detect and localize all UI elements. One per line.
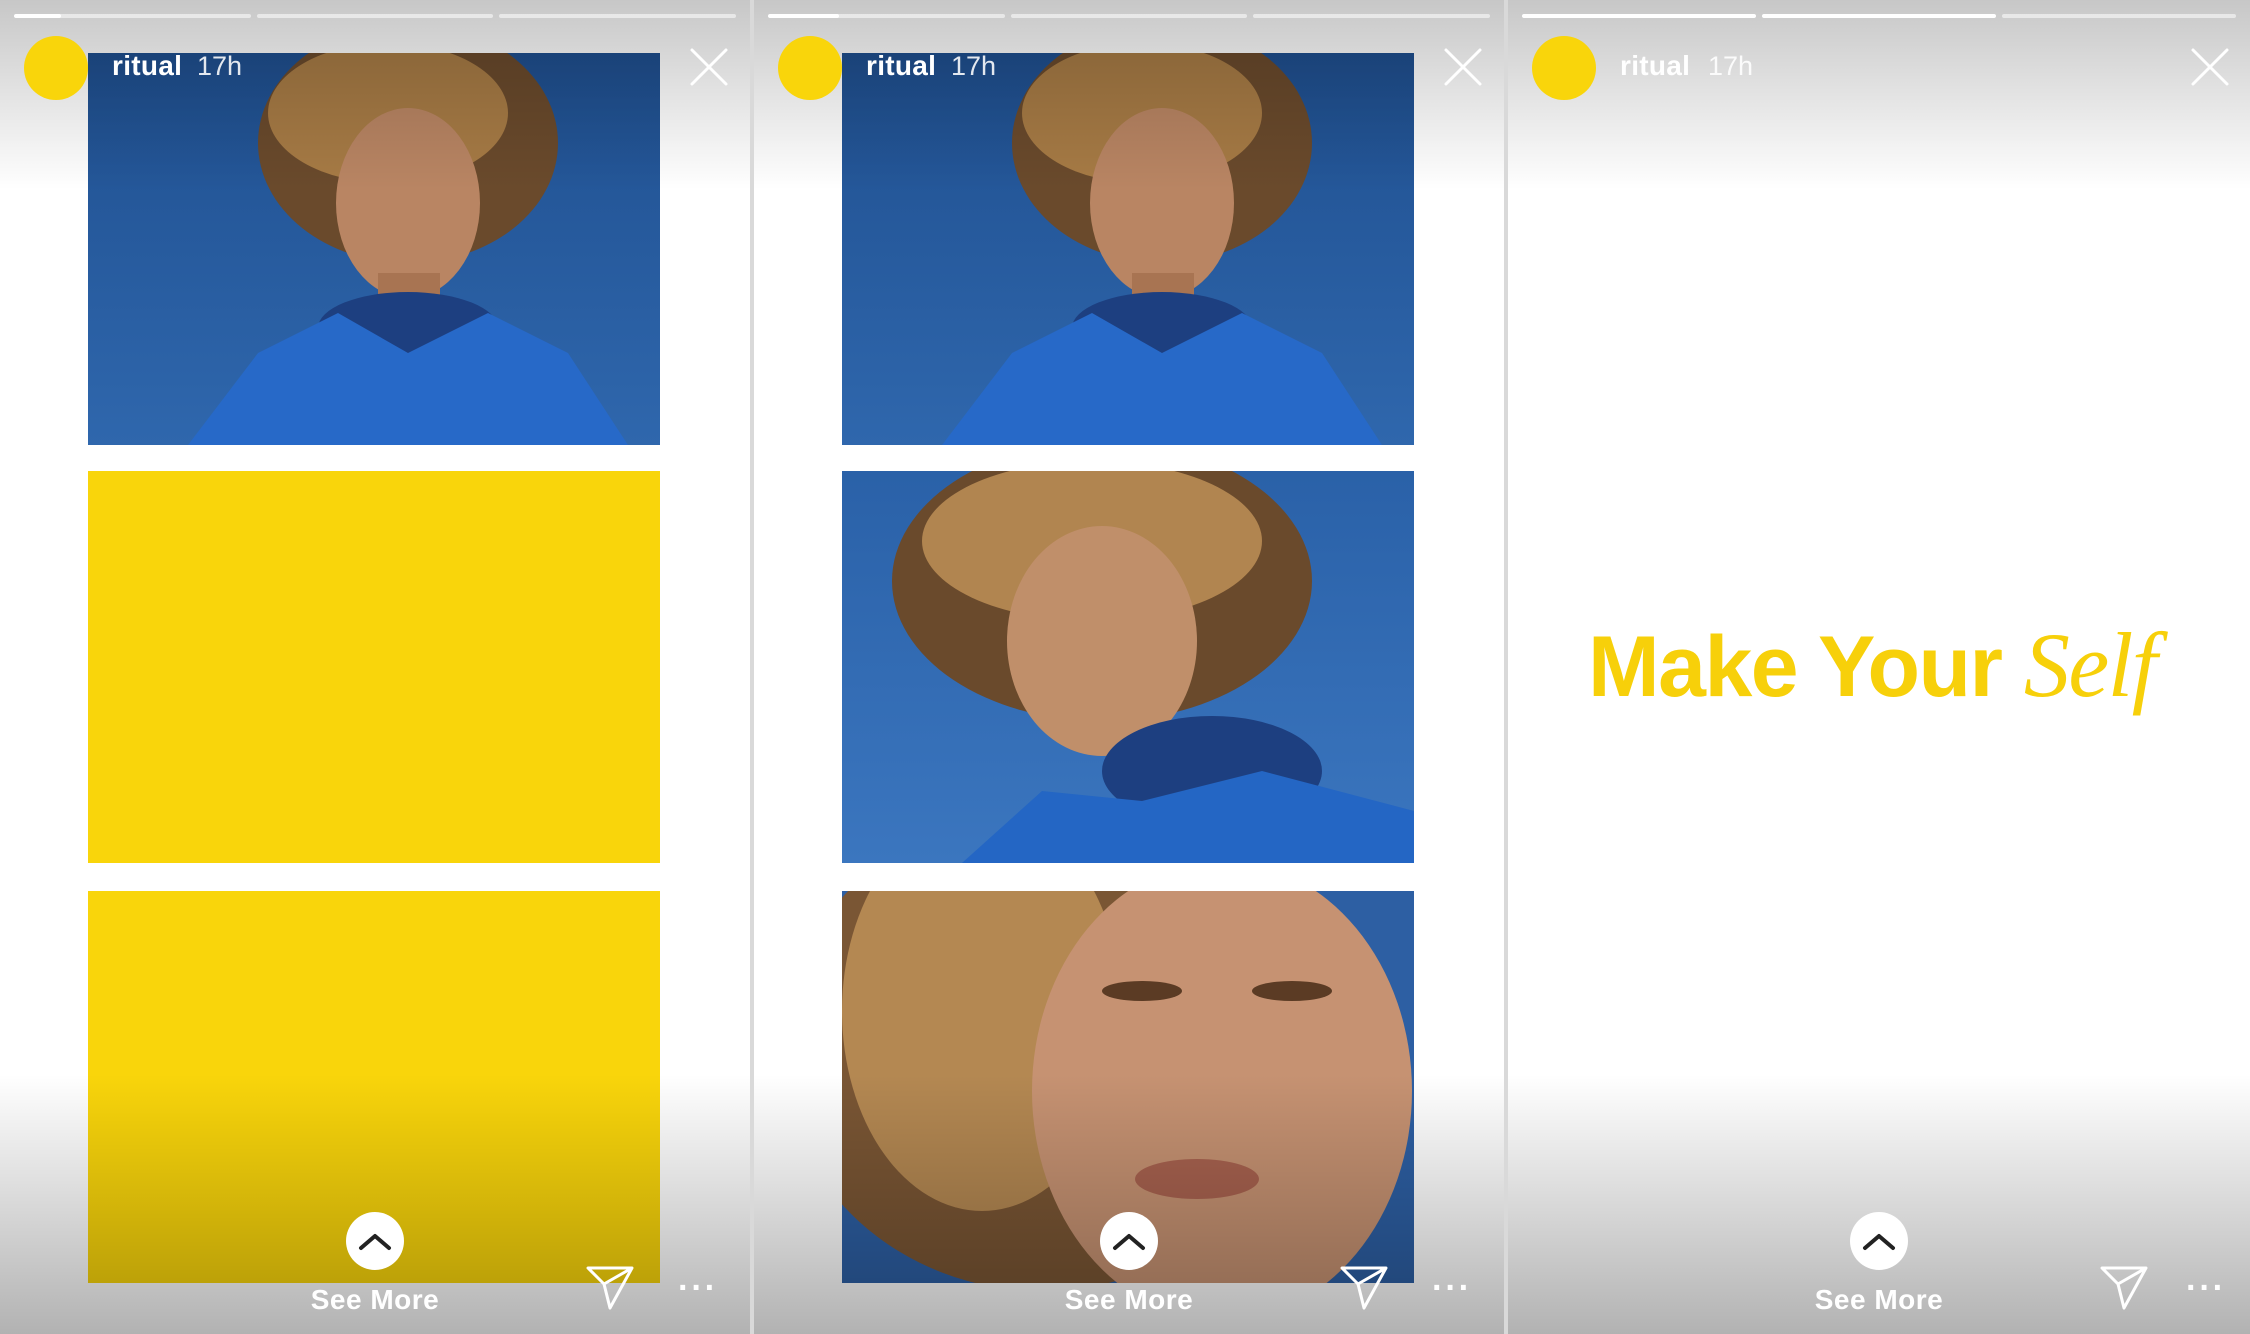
username[interactable]: ritual <box>866 50 936 82</box>
username[interactable]: ritual <box>1620 50 1690 82</box>
profile-avatar[interactable] <box>778 36 842 100</box>
story-photo <box>842 53 1414 445</box>
tagline-script: Self <box>2023 614 2157 716</box>
tagline-main: Make Your <box>1588 619 2003 715</box>
send-icon[interactable] <box>2096 1258 2152 1314</box>
story-progress-bar <box>1522 14 2236 19</box>
close-icon[interactable] <box>1438 42 1488 92</box>
progress-segment <box>256 14 494 18</box>
story-photo <box>842 471 1414 863</box>
story-photo <box>88 53 660 445</box>
top-shade <box>1508 0 2250 190</box>
chevron-up-icon[interactable] <box>346 1212 404 1270</box>
progress-segment <box>1010 14 1248 18</box>
close-icon[interactable] <box>2185 42 2235 92</box>
profile-avatar[interactable] <box>1532 36 1596 100</box>
chevron-up-icon[interactable] <box>1100 1212 1158 1270</box>
post-time: 17h <box>1708 51 1754 81</box>
username[interactable]: ritual <box>112 50 182 82</box>
tagline: Make Your Self <box>1588 612 2250 718</box>
yellow-block <box>88 471 660 863</box>
story-progress-bar <box>768 14 1491 19</box>
story-panel-2[interactable]: ritual 17h See More ··· <box>754 0 1504 1334</box>
progress-segment <box>2002 14 2236 18</box>
post-time: 17h <box>951 51 997 81</box>
progress-segment <box>14 14 251 18</box>
progress-segment <box>1253 14 1491 18</box>
story-panel-1[interactable]: ritual 17h See More ··· <box>0 0 750 1334</box>
progress-segment <box>499 14 737 18</box>
profile-avatar[interactable] <box>24 36 88 100</box>
post-time: 17h <box>197 51 243 81</box>
story-progress-bar <box>14 14 737 19</box>
more-options-icon[interactable]: ··· <box>1432 1271 1472 1305</box>
send-icon[interactable] <box>1336 1258 1392 1314</box>
chevron-up-icon[interactable] <box>1850 1212 1908 1270</box>
progress-segment <box>1762 14 1996 18</box>
more-options-icon[interactable]: ··· <box>2186 1271 2226 1305</box>
progress-segment <box>1522 14 1756 18</box>
progress-segment <box>768 14 1005 18</box>
close-icon[interactable] <box>684 42 734 92</box>
send-icon[interactable] <box>582 1258 638 1314</box>
more-options-icon[interactable]: ··· <box>678 1271 718 1305</box>
story-panel-3[interactable]: Make Your Self ritual 17h See More ··· <box>1508 0 2250 1334</box>
